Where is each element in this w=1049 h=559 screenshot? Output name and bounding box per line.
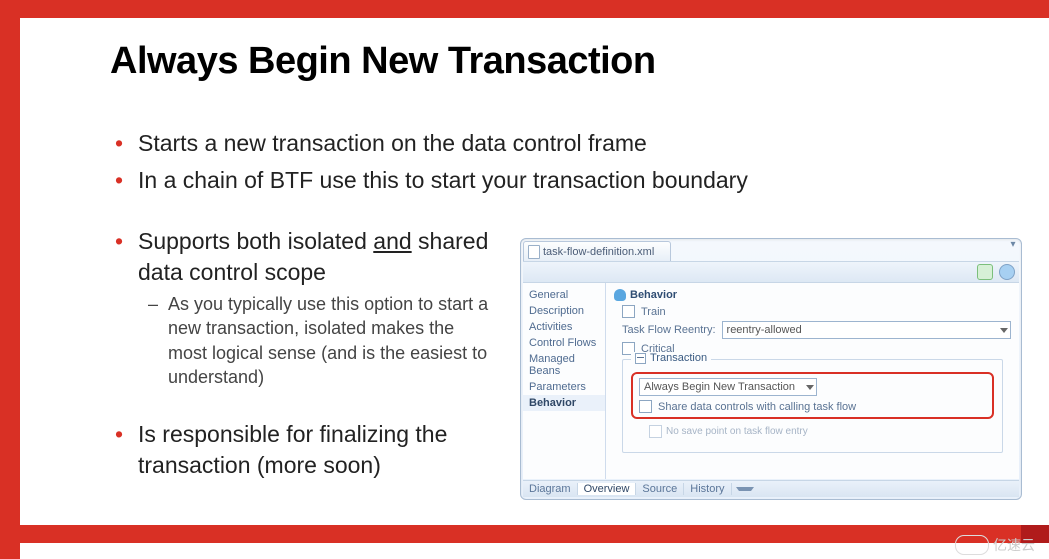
editor-file-tab-label: task-flow-definition.xml: [543, 246, 654, 258]
bullet-1: Starts a new transaction on the data con…: [110, 128, 1020, 159]
bullet-3: Supports both isolated and shared data c…: [110, 226, 498, 389]
editor-form: Behavior Train Task Flow Reentry: reentr…: [606, 283, 1019, 479]
share-dc-label: Share data controls with calling task fl…: [658, 401, 856, 413]
transaction-group-label: Transaction: [650, 352, 707, 364]
xml-file-icon: [528, 245, 540, 259]
editor-body: General Description Activities Control F…: [523, 283, 1019, 479]
sub-bullet-list: As you typically use this option to star…: [138, 292, 498, 389]
watermark: 亿速云: [955, 535, 1035, 555]
bullet-3-pre: Supports both isolated: [138, 228, 373, 254]
sidebar-item-description[interactable]: Description: [523, 303, 605, 319]
slide-top-bar: [0, 0, 1049, 18]
share-dc-checkbox[interactable]: [639, 400, 652, 413]
sidebar-item-control-flows[interactable]: Control Flows: [523, 335, 605, 351]
form-section-header-label: Behavior: [630, 289, 677, 301]
nosave-row: No save point on task flow entry: [649, 425, 994, 438]
sidebar-item-parameters[interactable]: Parameters: [523, 379, 605, 395]
bullet-2: In a chain of BTF use this to start your…: [110, 165, 1020, 196]
behavior-icon: [614, 289, 626, 301]
transaction-group: Transaction Always Begin New Transaction…: [622, 359, 1003, 453]
editor-sidebar: General Description Activities Control F…: [523, 283, 606, 479]
slide-title: Always Begin New Transaction: [110, 40, 656, 83]
row-reentry: Task Flow Reentry: reentry-allowed: [622, 321, 1011, 339]
watermark-text: 亿速云: [993, 535, 1035, 555]
sidebar-item-behavior[interactable]: Behavior: [523, 395, 605, 411]
chevron-down-icon: [1000, 328, 1008, 333]
editor-panel: task-flow-definition.xml ▾ General Descr…: [520, 238, 1022, 500]
transaction-select[interactable]: Always Begin New Transaction: [639, 378, 817, 396]
editor-toolbar: [523, 261, 1019, 283]
editor-bottom-tabs: Diagram Overview Source History: [523, 480, 1019, 497]
tab-history[interactable]: History: [684, 483, 731, 495]
row-train: Train: [622, 305, 1011, 318]
sidebar-item-activities[interactable]: Activities: [523, 319, 605, 335]
chevron-down-icon: [806, 385, 814, 390]
watermark-icon: [955, 535, 989, 555]
toolbar-help-icon[interactable]: [999, 264, 1015, 280]
train-label: Train: [641, 306, 666, 318]
reentry-label: Task Flow Reentry:: [622, 324, 716, 336]
toolbar-run-icon[interactable]: [977, 264, 993, 280]
nosave-checkbox: [649, 425, 662, 438]
tab-diagram[interactable]: Diagram: [523, 483, 578, 495]
sub-bullet-1: As you typically use this option to star…: [138, 292, 498, 389]
slide-bottom-bar: [0, 525, 1049, 543]
tab-source[interactable]: Source: [636, 483, 684, 495]
transaction-select-value: Always Begin New Transaction: [644, 381, 795, 393]
train-checkbox[interactable]: [622, 305, 635, 318]
reentry-select[interactable]: reentry-allowed: [722, 321, 1011, 339]
panel-close-icon[interactable]: ▾: [1007, 239, 1019, 251]
slide-left-bar: [0, 0, 20, 559]
reentry-select-value: reentry-allowed: [727, 324, 802, 336]
transaction-group-title: Transaction: [631, 352, 711, 364]
sidebar-item-managed-beans[interactable]: Managed Beans: [523, 351, 605, 379]
slide-content: Always Begin New Transaction Starts a ne…: [20, 18, 1020, 525]
tab-overflow-icon[interactable]: [736, 487, 754, 491]
collapse-icon[interactable]: [635, 353, 646, 364]
editor-file-tab[interactable]: task-flow-definition.xml: [523, 241, 671, 263]
transaction-highlight: Always Begin New Transaction Share data …: [631, 372, 994, 419]
form-section-header: Behavior: [614, 289, 1011, 301]
tab-overview[interactable]: Overview: [578, 483, 637, 495]
nosave-label: No save point on task flow entry: [666, 426, 808, 437]
bullet-3-underline: and: [373, 228, 411, 254]
bullet-4: Is responsible for finalizing the transa…: [110, 419, 498, 481]
sidebar-item-general[interactable]: General: [523, 287, 605, 303]
